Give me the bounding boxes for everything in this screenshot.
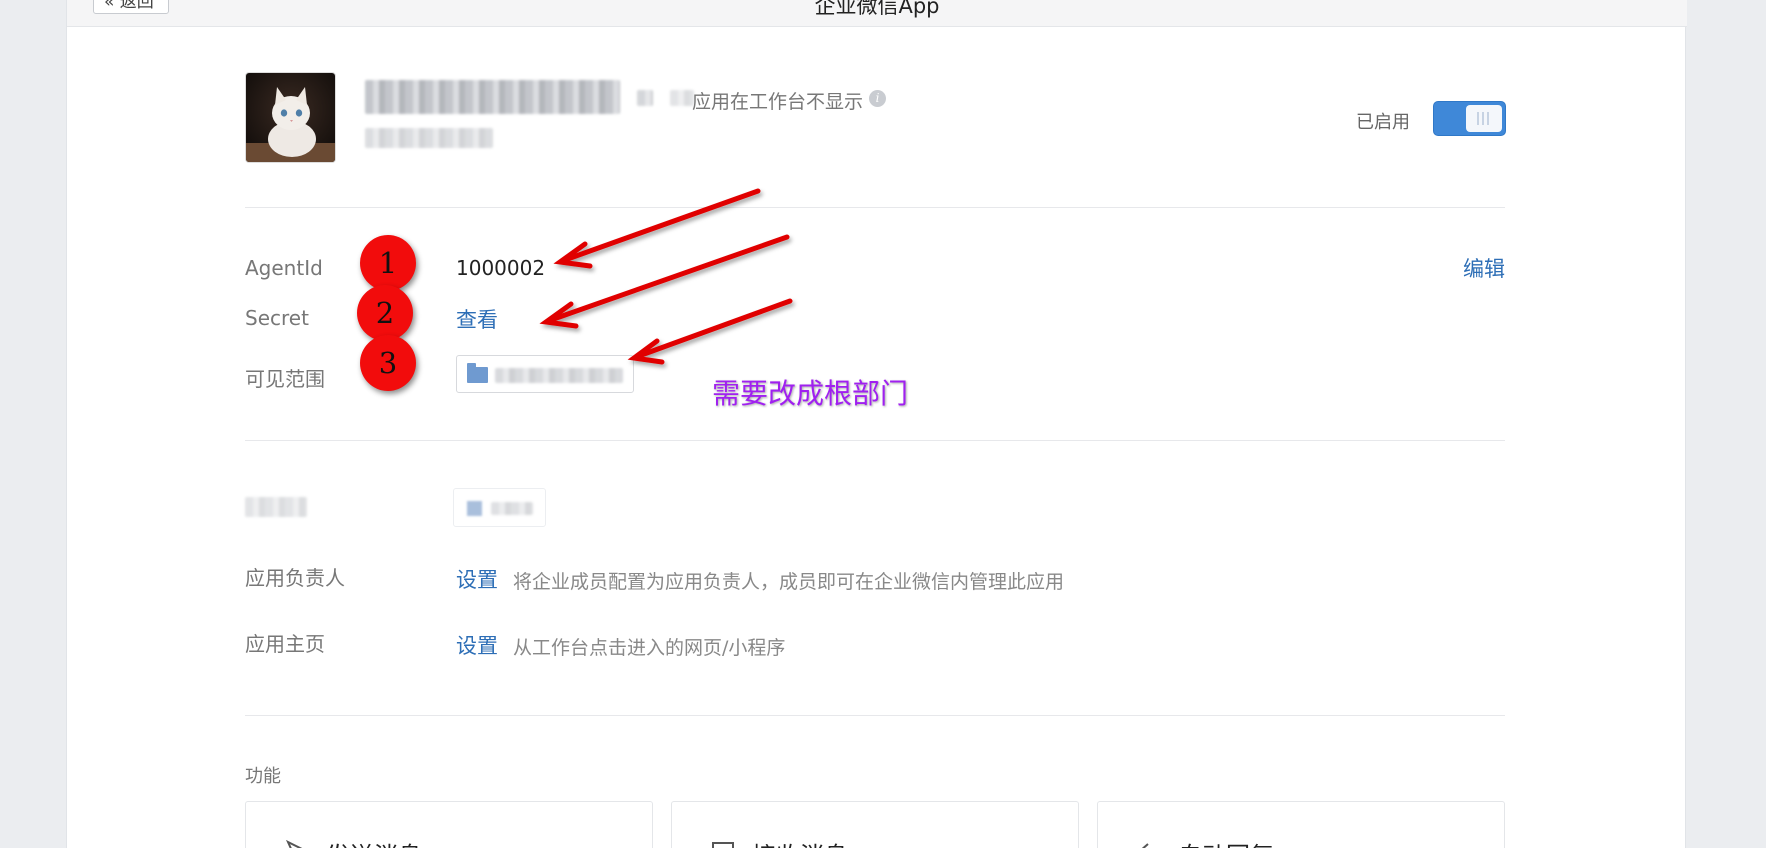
homepage-label: 应用主页 <box>245 632 325 656</box>
feature-card-label: 自动回复 <box>1178 836 1274 848</box>
annotation-arrows <box>539 188 793 365</box>
owner-hint: 将企业成员配置为应用负责人，成员即可在企业微信内管理此应用 <box>513 571 1065 593</box>
redacted-label <box>245 497 307 517</box>
homepage-hint: 从工作台点击进入的网页/小程序 <box>513 637 786 659</box>
arrow-3 <box>633 298 793 360</box>
member-avatar <box>467 501 482 516</box>
homepage-set-link[interactable]: 设置 <box>456 630 498 660</box>
annotation-note: 需要改成根部门 <box>712 377 909 410</box>
arrow-2 <box>545 234 790 324</box>
owner-set-link[interactable]: 设置 <box>456 564 498 594</box>
divider <box>245 440 1505 441</box>
message-icon <box>712 842 734 848</box>
divider <box>245 715 1505 716</box>
feature-card-receive[interactable]: 接收消息 <box>671 801 1079 848</box>
feature-card-send[interactable]: 发送消息 <box>245 801 653 848</box>
reply-icon <box>1141 843 1149 848</box>
member-tag[interactable] <box>453 488 546 527</box>
features-title: 功能 <box>245 766 281 787</box>
feature-card-autoreply[interactable]: 自动回复 <box>1097 801 1505 848</box>
feature-card-label: 接收消息 <box>752 836 848 848</box>
feature-card-label: 发送消息 <box>326 836 422 848</box>
owner-label: 应用负责人 <box>245 566 345 590</box>
arrow-1 <box>559 188 761 264</box>
member-name-redacted <box>491 502 533 515</box>
send-icon <box>286 840 303 848</box>
